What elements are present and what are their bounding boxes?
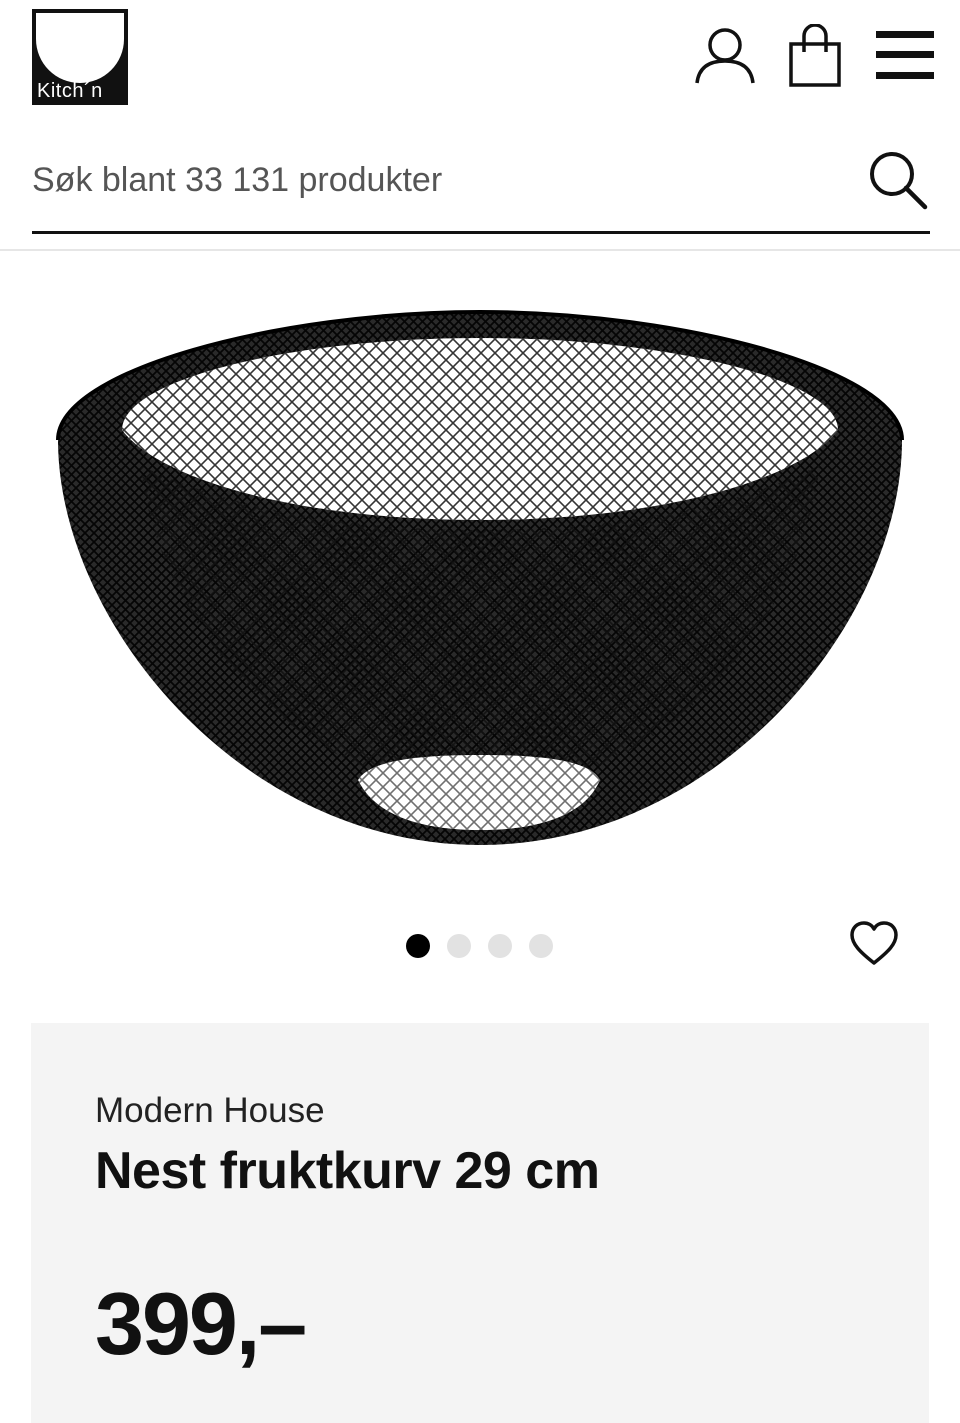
search-icon[interactable] [866,148,930,212]
heart-icon[interactable] [848,918,900,970]
product-title: Nest fruktkurv 29 cm [95,1142,600,1200]
gallery-pagination [406,934,553,958]
kitchn-logo[interactable]: Kitch´n [32,9,128,105]
account-icon[interactable] [694,26,756,86]
site-header: Kitch´n [0,0,960,130]
shopping-bag-icon[interactable] [788,23,842,88]
gallery-dot-1[interactable] [406,934,430,958]
search-input[interactable] [32,140,852,220]
search-bar [32,140,930,234]
product-image[interactable] [40,290,920,870]
product-price: 399,– [95,1274,307,1373]
header-divider [0,249,960,251]
gallery-dot-3[interactable] [488,934,512,958]
product-brand[interactable]: Modern House [95,1091,325,1131]
product-info-panel: Modern House Nest fruktkurv 29 cm 399,– [31,1023,929,1423]
menu-icon[interactable] [874,28,936,82]
logo-text: Kitch´n [37,80,103,102]
fruit-basket-image [56,309,904,845]
gallery-dot-4[interactable] [529,934,553,958]
gallery-dot-2[interactable] [447,934,471,958]
